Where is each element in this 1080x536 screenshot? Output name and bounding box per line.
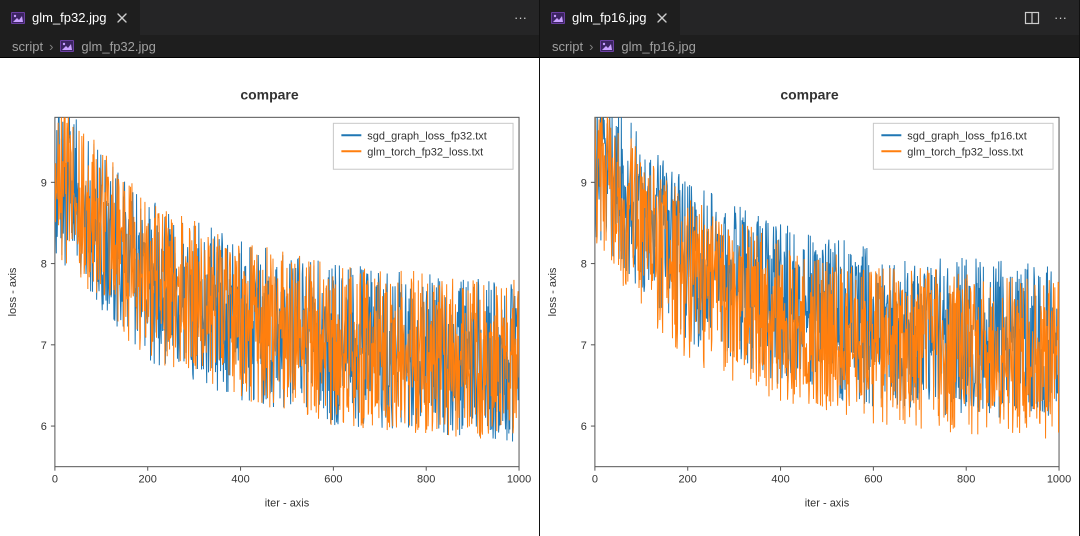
more-button[interactable]: ··· bbox=[514, 10, 527, 25]
svg-text:iter - axis: iter - axis bbox=[805, 498, 850, 510]
image-viewer[interactable]: compare loss - axis iter - axis 0 200 400 600 8… bbox=[0, 57, 539, 536]
svg-text:400: 400 bbox=[771, 474, 789, 486]
svg-text:6: 6 bbox=[41, 421, 47, 433]
chart-fp16: compare loss - axis iter - axis 0 200 400 600 8… bbox=[540, 58, 1079, 536]
svg-text:800: 800 bbox=[417, 474, 435, 486]
chevron-right-icon: › bbox=[49, 39, 53, 54]
more-button[interactable]: ··· bbox=[1054, 10, 1067, 25]
svg-text:7: 7 bbox=[581, 340, 587, 352]
svg-text:200: 200 bbox=[679, 474, 697, 486]
breadcrumb-folder[interactable]: script bbox=[552, 39, 583, 54]
chart-fp32: compare loss - axis iter - axis 0 200 400 600 8… bbox=[0, 58, 539, 536]
tab-bar: glm_fp16.jpg ··· bbox=[540, 0, 1079, 35]
tab-actions: ··· bbox=[1024, 0, 1079, 35]
svg-text:9: 9 bbox=[581, 177, 587, 189]
breadcrumb-folder[interactable]: script bbox=[12, 39, 43, 54]
svg-text:400: 400 bbox=[231, 474, 249, 486]
svg-text:6: 6 bbox=[581, 421, 587, 433]
svg-text:iter - axis: iter - axis bbox=[265, 498, 310, 510]
svg-text:7: 7 bbox=[41, 340, 47, 352]
breadcrumb-file[interactable]: glm_fp32.jpg bbox=[81, 39, 155, 54]
image-file-icon bbox=[59, 38, 75, 54]
breadcrumbs[interactable]: script › glm_fp16.jpg bbox=[540, 35, 1079, 57]
editor-pane-right: glm_fp16.jpg ··· script › glm_fp16.jpg c… bbox=[540, 0, 1080, 536]
svg-text:8: 8 bbox=[581, 259, 587, 271]
split-editor-icon[interactable] bbox=[1024, 10, 1040, 26]
breadcrumb-file[interactable]: glm_fp16.jpg bbox=[621, 39, 695, 54]
tab-label: glm_fp16.jpg bbox=[572, 10, 646, 25]
image-file-icon bbox=[599, 38, 615, 54]
svg-text:compare: compare bbox=[780, 86, 838, 102]
svg-text:compare: compare bbox=[240, 86, 298, 102]
svg-text:sgd_graph_loss_fp16.txt: sgd_graph_loss_fp16.txt bbox=[907, 130, 1027, 142]
tab-bar: glm_fp32.jpg ··· bbox=[0, 0, 539, 35]
close-icon[interactable] bbox=[114, 10, 130, 26]
svg-text:glm_torch_fp32_loss.txt: glm_torch_fp32_loss.txt bbox=[907, 146, 1023, 158]
svg-text:1000: 1000 bbox=[1047, 474, 1071, 486]
image-file-icon bbox=[550, 10, 566, 26]
svg-text:loss - axis: loss - axis bbox=[7, 267, 19, 316]
breadcrumbs[interactable]: script › glm_fp32.jpg bbox=[0, 35, 539, 57]
svg-text:sgd_graph_loss_fp32.txt: sgd_graph_loss_fp32.txt bbox=[367, 130, 487, 142]
svg-text:200: 200 bbox=[139, 474, 157, 486]
svg-text:loss - axis: loss - axis bbox=[547, 267, 559, 316]
tab-glm-fp16[interactable]: glm_fp16.jpg bbox=[540, 0, 681, 35]
svg-text:600: 600 bbox=[324, 474, 342, 486]
svg-text:600: 600 bbox=[864, 474, 882, 486]
svg-text:1000: 1000 bbox=[507, 474, 531, 486]
chevron-right-icon: › bbox=[589, 39, 593, 54]
svg-text:8: 8 bbox=[41, 259, 47, 271]
svg-text:9: 9 bbox=[41, 177, 47, 189]
image-file-icon bbox=[10, 10, 26, 26]
svg-text:glm_torch_fp32_loss.txt: glm_torch_fp32_loss.txt bbox=[367, 146, 483, 158]
tab-glm-fp32[interactable]: glm_fp32.jpg bbox=[0, 0, 141, 35]
svg-text:800: 800 bbox=[957, 474, 975, 486]
editor-pane-left: glm_fp32.jpg ··· script › glm_fp32.jpg c… bbox=[0, 0, 540, 536]
tab-actions: ··· bbox=[514, 0, 539, 35]
tab-label: glm_fp32.jpg bbox=[32, 10, 106, 25]
close-icon[interactable] bbox=[654, 10, 670, 26]
svg-text:0: 0 bbox=[592, 474, 598, 486]
image-viewer[interactable]: compare loss - axis iter - axis 0 200 400 600 8… bbox=[540, 57, 1079, 536]
svg-text:0: 0 bbox=[52, 474, 58, 486]
